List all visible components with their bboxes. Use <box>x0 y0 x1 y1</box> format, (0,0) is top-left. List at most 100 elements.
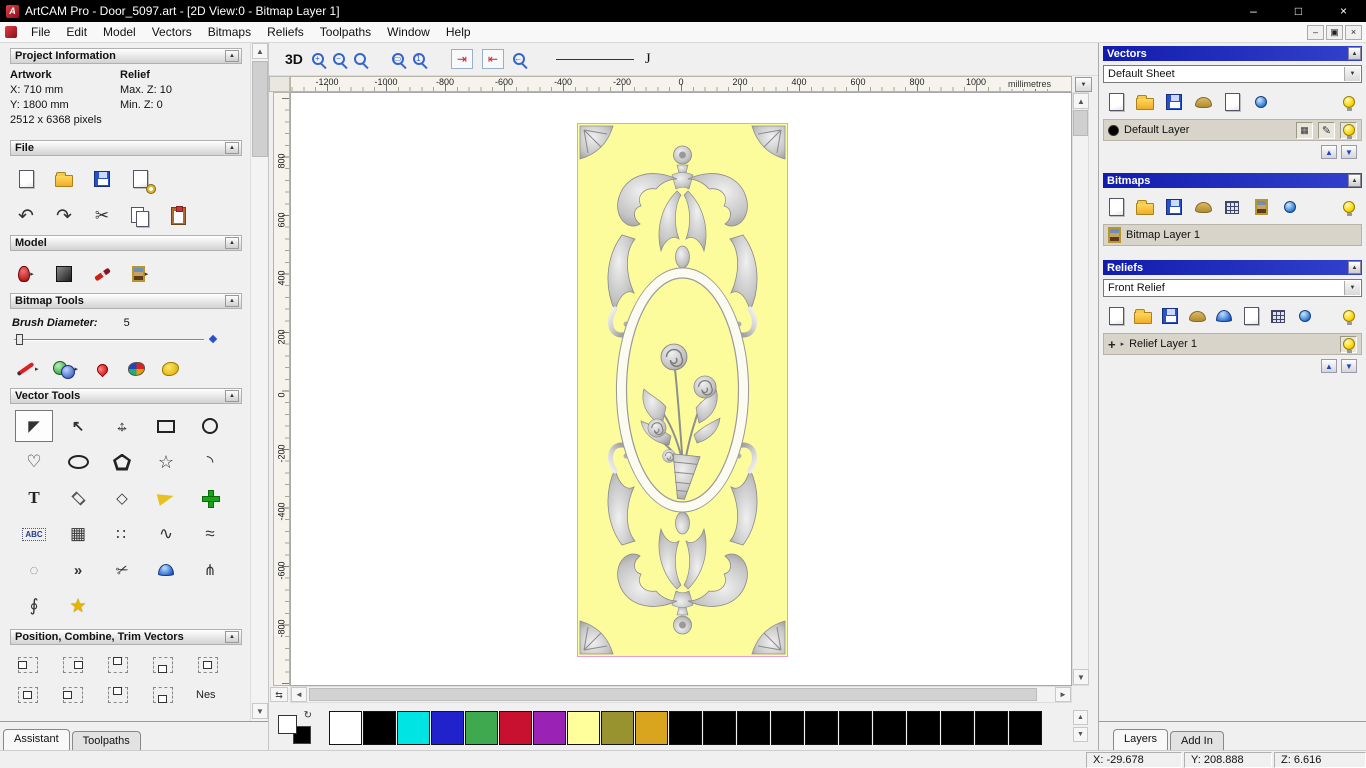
save-model-icon[interactable] <box>92 166 112 192</box>
layer-edit-button[interactable]: ✎ <box>1318 121 1335 139</box>
combine-icon-4[interactable] <box>151 685 175 705</box>
palette-swatch[interactable] <box>533 711 566 745</box>
flyout-icon[interactable]: ▸ <box>1121 340 1125 348</box>
move-layer-down-button[interactable]: ▼ <box>1341 145 1357 159</box>
collapse-button[interactable]: ▲ <box>1348 174 1361 187</box>
open-model-icon[interactable] <box>54 166 74 192</box>
bitmap-layer-row[interactable]: Bitmap Layer 1 <box>1103 224 1362 246</box>
create-polyline-tool[interactable]: ♡ <box>15 446 53 478</box>
palette-swatch[interactable] <box>873 711 906 745</box>
open-relief-layer-icon[interactable] <box>1133 303 1153 329</box>
scrollbar-thumb[interactable] <box>309 688 1037 701</box>
engrave-icon[interactable] <box>92 261 112 287</box>
mdi-close-button[interactable]: × <box>1345 24 1362 40</box>
node-editing-tool[interactable]: ↖ <box>59 410 97 442</box>
slider-track[interactable] <box>14 339 204 340</box>
palette-swatch[interactable] <box>567 711 600 745</box>
zoom-in-icon[interactable]: + <box>311 53 324 65</box>
dropdown-arrow-icon[interactable]: ▼ <box>1344 281 1360 295</box>
close-button[interactable]: × <box>1321 0 1366 22</box>
canvas-horizontal-scrollbar[interactable]: ◄ ► <box>290 686 1072 703</box>
toggle-all-vectors-icon[interactable] <box>1339 89 1359 115</box>
vector-sheet-select[interactable]: Default Sheet ▼ <box>1103 65 1362 83</box>
save-vector-layer-icon[interactable] <box>1164 89 1184 115</box>
new-relief-layer-icon[interactable] <box>1106 303 1126 329</box>
menu-help[interactable]: Help <box>438 22 479 42</box>
delete-bitmap-layer-icon[interactable] <box>1280 194 1300 220</box>
save-relief-layer-icon[interactable] <box>1160 303 1180 329</box>
block-copy-tool[interactable] <box>191 482 229 514</box>
flyout-icon[interactable]: ▸ <box>30 270 34 278</box>
mdi-minimize-button[interactable]: – <box>1307 24 1324 40</box>
palette-swatch[interactable] <box>669 711 702 745</box>
new-vector-layer-icon[interactable] <box>1106 89 1126 115</box>
menu-model[interactable]: Model <box>95 22 144 42</box>
toggle-all-reliefs-icon[interactable] <box>1339 303 1359 329</box>
palette-swatch[interactable] <box>601 711 634 745</box>
relief-select[interactable]: Front Relief ▼ <box>1103 279 1362 297</box>
transform-vectors-tool[interactable]: ↔ ↕ <box>103 410 141 442</box>
minimize-button[interactable]: – <box>1231 0 1276 22</box>
menu-file[interactable]: File <box>23 22 58 42</box>
create-ellipse-tool[interactable] <box>59 446 97 478</box>
copy-icon[interactable] <box>130 203 150 229</box>
primary-secondary-colour-indicator[interactable]: ↻ <box>278 710 314 745</box>
align-top-icon[interactable] <box>106 655 130 675</box>
menu-toolpaths[interactable]: Toolpaths <box>312 22 379 42</box>
menu-reliefs[interactable]: Reliefs <box>259 22 312 42</box>
layer-name[interactable]: Bitmap Layer 1 <box>1126 229 1357 241</box>
collapse-button[interactable]: ▲ <box>1348 261 1361 274</box>
collapse-button[interactable]: ▲ <box>225 390 239 402</box>
flyout-icon[interactable]: ▸ <box>75 365 79 373</box>
cut-icon[interactable]: ✂ <box>92 203 112 229</box>
layer-name[interactable]: Relief Layer 1 <box>1129 338 1335 350</box>
combine-mode-icon[interactable]: + <box>1108 337 1116 352</box>
menu-vectors[interactable]: Vectors <box>144 22 200 42</box>
vector-layer-row[interactable]: Default Layer ▦ ✎ <box>1103 119 1362 141</box>
create-arc-tool[interactable]: ◝ <box>191 446 229 478</box>
dropdown-arrow-icon[interactable]: ▼ <box>1344 67 1360 81</box>
palette-swatch[interactable] <box>805 711 838 745</box>
copy-relief-icon[interactable] <box>1241 303 1261 329</box>
collapse-button[interactable]: ▲ <box>225 142 239 154</box>
scroll-right-button[interactable]: ► <box>1055 687 1071 702</box>
palette-swatch[interactable] <box>329 711 362 745</box>
flyout-icon[interactable]: ▸ <box>35 365 39 373</box>
measure-tool[interactable]: ⋔ <box>191 554 229 586</box>
pan-split-button[interactable]: ⇆ <box>270 687 288 702</box>
new-model-icon[interactable] <box>16 166 36 192</box>
slice-vectors-tool[interactable] <box>147 482 185 514</box>
offset-vector-tool[interactable]: ◇ <box>103 482 141 514</box>
flyout-icon[interactable]: ▸ <box>145 270 149 278</box>
relief-texture-icon[interactable] <box>54 261 74 287</box>
trim-vectors-tool[interactable]: ✂ <box>103 554 141 586</box>
swap-colours-icon[interactable]: ↻ <box>304 710 312 721</box>
delete-vector-layer-icon[interactable] <box>1251 89 1271 115</box>
save-bitmap-layer-icon[interactable] <box>1164 194 1184 220</box>
zoom-1to1-icon[interactable]: 1 <box>412 53 425 65</box>
zoom-previous-icon[interactable]: ← <box>512 53 525 65</box>
open-bitmap-layer-icon[interactable] <box>1135 194 1155 220</box>
collapse-button[interactable]: ▲ <box>225 50 239 62</box>
move-layer-up-button[interactable]: ▲ <box>1321 359 1337 373</box>
palette-swatch[interactable] <box>363 711 396 745</box>
paragraph-text-tool[interactable]: ABC <box>15 518 53 550</box>
paste-icon[interactable] <box>168 203 188 229</box>
create-circle-tool[interactable] <box>191 410 229 442</box>
create-spiral-tool[interactable] <box>147 554 185 586</box>
palette-swatch[interactable] <box>635 711 668 745</box>
scroll-up-button[interactable]: ▲ <box>252 43 268 59</box>
zoom-tool-icon[interactable] <box>353 53 366 65</box>
smooth-relief-icon[interactable] <box>1214 303 1234 329</box>
zoom-box-icon[interactable]: ▭ <box>391 53 404 65</box>
scale-relief-icon[interactable] <box>1268 303 1288 329</box>
palette-swatch[interactable] <box>431 711 464 745</box>
toggle-all-bitmaps-icon[interactable] <box>1339 194 1359 220</box>
previous-view-button[interactable]: ⇤ <box>481 49 504 69</box>
collapse-button[interactable]: ▲ <box>225 237 239 249</box>
bitmap-grid-icon[interactable] <box>1222 194 1242 220</box>
maximize-button[interactable]: □ <box>1276 0 1321 22</box>
layer-snap-button[interactable]: ▦ <box>1296 121 1313 139</box>
ruler-units-dropdown[interactable]: ▼ <box>1075 77 1092 92</box>
layer-visibility-button[interactable] <box>1340 335 1357 353</box>
